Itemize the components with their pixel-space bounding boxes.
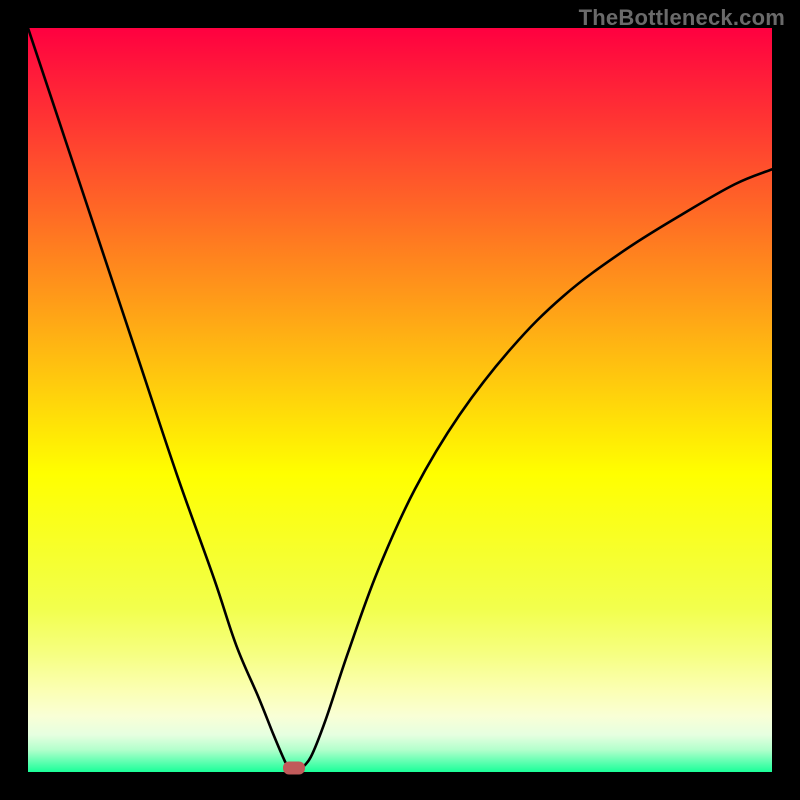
plot-area: [28, 28, 772, 772]
minimum-marker: [283, 762, 305, 775]
chart-frame: TheBottleneck.com: [0, 0, 800, 800]
bottleneck-curve: [28, 28, 772, 772]
watermark-text: TheBottleneck.com: [579, 5, 785, 31]
